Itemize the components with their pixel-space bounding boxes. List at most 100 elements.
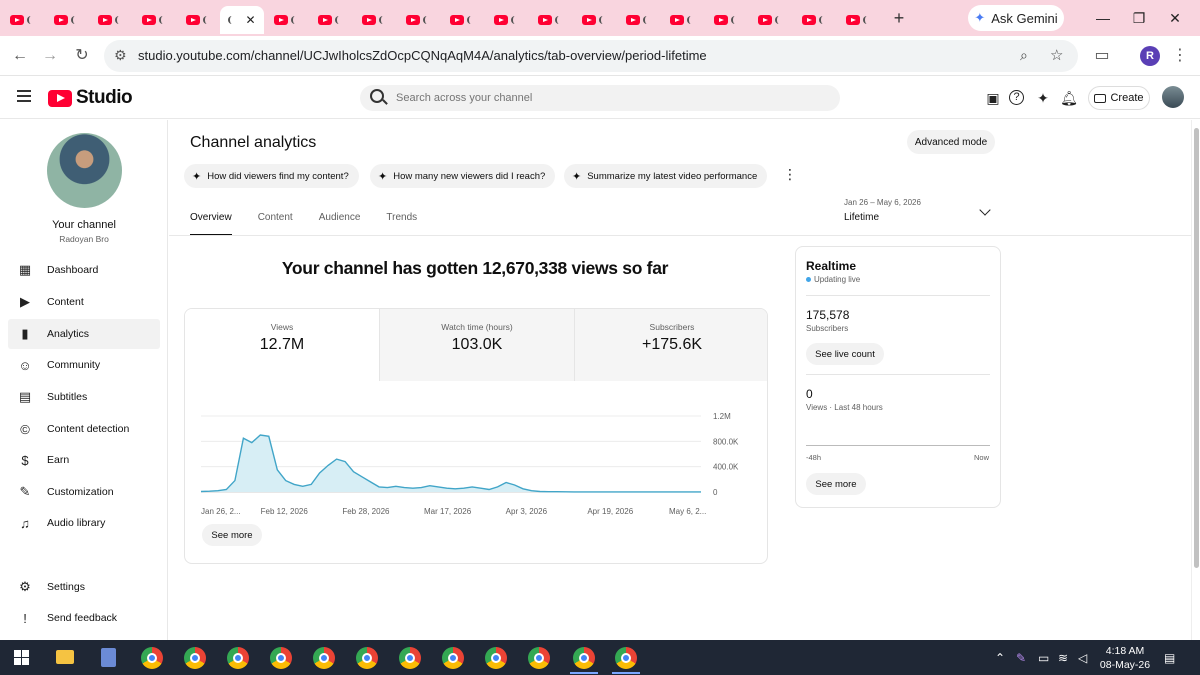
- chrome-taskbar-icon[interactable]: [227, 647, 249, 669]
- advanced-mode-button[interactable]: Advanced mode: [907, 130, 995, 154]
- file-explorer-icon[interactable]: [56, 650, 74, 664]
- close-tab-icon[interactable]: ✕: [245, 13, 255, 27]
- close-window-icon[interactable]: ✕: [1152, 0, 1198, 36]
- new-tab-icon[interactable]: +: [884, 4, 914, 32]
- browser-menu-icon[interactable]: ⋮: [1170, 46, 1190, 66]
- create-button[interactable]: Create: [1088, 86, 1150, 110]
- calculator-icon[interactable]: [101, 648, 116, 667]
- browser-tab[interactable]: [792, 6, 836, 34]
- forward-icon[interactable]: →: [40, 46, 60, 66]
- account-avatar[interactable]: [1162, 86, 1184, 108]
- taskbar-clock[interactable]: 4:18 AM 08-May-26: [1098, 644, 1152, 672]
- browser-profile-avatar[interactable]: R: [1140, 46, 1160, 66]
- browser-tab[interactable]: [44, 6, 88, 34]
- chrome-taskbar-icon[interactable]: [615, 647, 637, 669]
- chip-find-content[interactable]: ✦ How did viewers find my content?: [184, 164, 359, 188]
- tab-trends[interactable]: Trends: [386, 212, 417, 236]
- sidebar-item-earn[interactable]: $ Earn: [8, 445, 160, 475]
- page-scrollbar[interactable]: [1191, 120, 1200, 640]
- search-icon[interactable]: [370, 89, 384, 103]
- views-chart[interactable]: 1.2M 800.0K 400.0K 0 Jan 26, 2... Feb 12, 202…: [185, 397, 768, 517]
- bookmark-star-icon[interactable]: ☆: [1050, 46, 1063, 64]
- ask-gemini-button[interactable]: ✦ Ask Gemini: [968, 5, 1064, 31]
- period-selector[interactable]: Jan 26 – May 6, 2026 Lifetime: [844, 198, 994, 228]
- url-text[interactable]: studio.youtube.com/channel/UCJwIholcsZdO…: [138, 48, 707, 63]
- reload-icon[interactable]: ↻: [72, 46, 92, 66]
- chrome-taskbar-icon[interactable]: [399, 647, 421, 669]
- more-options-icon[interactable]: ⋮: [783, 167, 797, 181]
- browser-tab[interactable]: [836, 6, 880, 34]
- sidebar-item-send-feedback[interactable]: ! Send feedback: [8, 603, 160, 633]
- browser-tab-active[interactable]: ✕: [220, 6, 264, 34]
- search-input[interactable]: [396, 89, 816, 107]
- browser-tab[interactable]: [88, 6, 132, 34]
- browser-tab[interactable]: [440, 6, 484, 34]
- omnibox[interactable]: ⚙ studio.youtube.com/channel/UCJwIholcsZ…: [104, 40, 1078, 72]
- battery-icon[interactable]: ▭: [1038, 651, 1049, 665]
- chrome-taskbar-icon[interactable]: [485, 647, 507, 669]
- metric-subscribers[interactable]: Subscribers +175.6K: [575, 309, 767, 381]
- zoom-icon[interactable]: ⌕: [1020, 47, 1028, 64]
- hamburger-menu-icon[interactable]: [17, 90, 31, 102]
- chrome-taskbar-icon[interactable]: [442, 647, 464, 669]
- volume-icon[interactable]: ◁: [1078, 651, 1087, 665]
- browser-tab[interactable]: [352, 6, 396, 34]
- help-icon[interactable]: ?: [1009, 90, 1024, 105]
- chrome-taskbar-icon[interactable]: [313, 647, 335, 669]
- sidebar-item-content-detection[interactable]: © Content detection: [8, 414, 160, 444]
- chrome-taskbar-icon[interactable]: [573, 647, 595, 669]
- cast-icon[interactable]: ▭: [1092, 46, 1112, 66]
- channel-avatar[interactable]: [47, 133, 122, 208]
- browser-tab[interactable]: [132, 6, 176, 34]
- browser-tab[interactable]: [308, 6, 352, 34]
- browser-tab[interactable]: [704, 6, 748, 34]
- browser-tab[interactable]: [176, 6, 220, 34]
- sidebar-item-subtitles[interactable]: ▤ Subtitles: [8, 382, 160, 412]
- browser-tab[interactable]: [484, 6, 528, 34]
- loading-icon: [70, 16, 79, 24]
- chrome-taskbar-icon[interactable]: [356, 647, 378, 669]
- studio-logo[interactable]: Studio: [48, 87, 133, 109]
- sidebar-item-settings[interactable]: ⚙ Settings: [8, 572, 160, 602]
- notification-center-icon[interactable]: ▤: [1164, 651, 1175, 665]
- browser-tab[interactable]: [0, 6, 44, 34]
- browser-tab[interactable]: [572, 6, 616, 34]
- chrome-taskbar-icon[interactable]: [184, 647, 206, 669]
- wifi-icon[interactable]: ≋: [1058, 651, 1068, 665]
- chrome-taskbar-icon[interactable]: [528, 647, 550, 669]
- sidebar-item-content[interactable]: ▶ Content: [8, 287, 160, 317]
- site-settings-icon[interactable]: ⚙: [114, 47, 127, 64]
- gemini-sparkle-icon[interactable]: ✦: [1034, 89, 1052, 107]
- messages-icon[interactable]: ▣: [984, 89, 1002, 107]
- browser-tab[interactable]: [396, 6, 440, 34]
- browser-tab[interactable]: [748, 6, 792, 34]
- browser-tab[interactable]: [528, 6, 572, 34]
- browser-tab[interactable]: [264, 6, 308, 34]
- chip-summarize[interactable]: ✦ Summarize my latest video performance: [564, 164, 768, 188]
- address-bar: ← → ↻ ⚙ studio.youtube.com/channel/UCJwI…: [0, 36, 1200, 76]
- scrollbar-thumb[interactable]: [1194, 128, 1199, 568]
- sidebar-item-audio-library[interactable]: ♫ Audio library: [8, 508, 160, 538]
- see-live-count-button[interactable]: See live count: [806, 343, 884, 365]
- metric-views[interactable]: Views 12.7M: [185, 309, 379, 381]
- chrome-taskbar-icon[interactable]: [141, 647, 163, 669]
- windows-start-icon[interactable]: [14, 650, 29, 665]
- tray-overflow-icon[interactable]: ⌃: [995, 651, 1005, 665]
- pen-icon[interactable]: ✎: [1016, 651, 1026, 665]
- sidebar-item-analytics[interactable]: ▮ Analytics: [8, 319, 160, 349]
- chip-new-viewers[interactable]: ✦ How many new viewers did I reach?: [370, 164, 556, 188]
- realtime-see-more-button[interactable]: See more: [806, 473, 866, 495]
- browser-tab[interactable]: [616, 6, 660, 34]
- sidebar-item-customization[interactable]: ✎ Customization: [8, 477, 160, 507]
- sidebar-item-dashboard[interactable]: ▦ Dashboard: [8, 255, 160, 285]
- chrome-taskbar-icon[interactable]: [270, 647, 292, 669]
- metric-watch-time[interactable]: Watch time (hours) 103.0K: [380, 309, 574, 381]
- browser-tab[interactable]: [660, 6, 704, 34]
- tab-content[interactable]: Content: [258, 212, 293, 236]
- sidebar-item-community[interactable]: ☺ Community: [8, 350, 160, 380]
- notifications-bell-icon[interactable]: 🔔︎: [1060, 89, 1078, 107]
- tab-overview[interactable]: Overview: [190, 212, 232, 236]
- back-icon[interactable]: ←: [10, 46, 30, 66]
- tab-audience[interactable]: Audience: [319, 212, 361, 236]
- overview-see-more-button[interactable]: See more: [202, 524, 262, 546]
